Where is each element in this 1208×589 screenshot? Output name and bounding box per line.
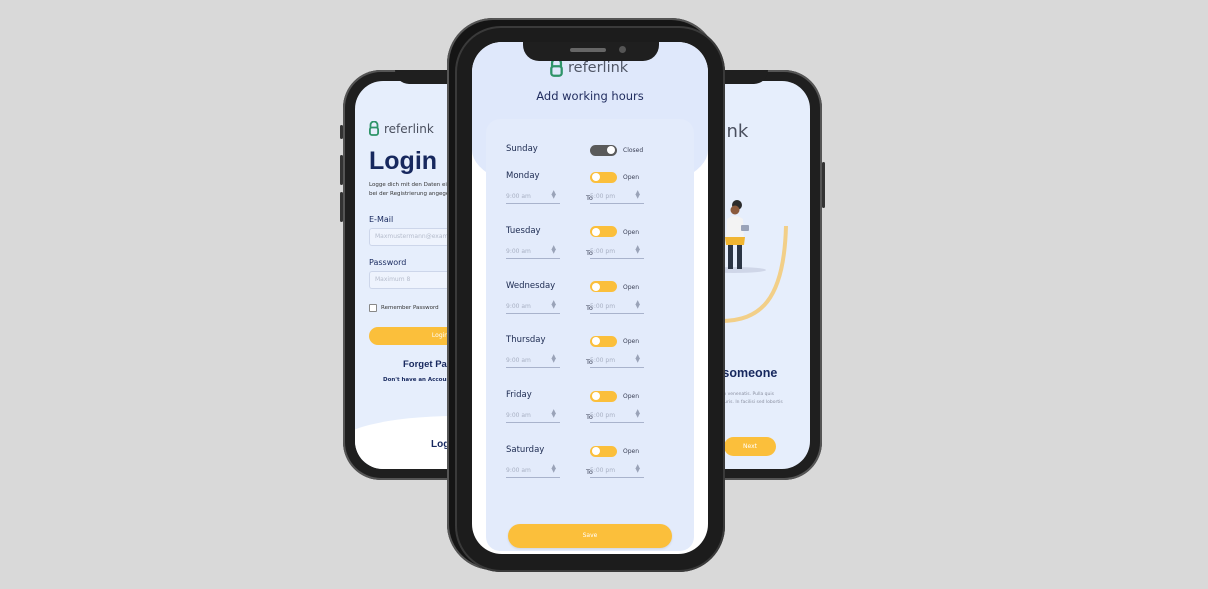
close-time-field[interactable]: 5:00 pm ▲ ▼ xyxy=(590,190,644,204)
open-time-value: 9:00 am xyxy=(506,357,531,365)
day-label: Wednesday xyxy=(506,280,556,291)
working-hours-screen: referlink Add working hours Sunday Closed… xyxy=(472,42,708,554)
close-time-field[interactable]: 5:00 pm ▲ ▼ xyxy=(590,409,644,424)
stepper-icon[interactable]: ▲ ▼ xyxy=(551,464,556,474)
stepper-icon[interactable]: ▲ ▼ xyxy=(635,190,640,200)
stepper-icon[interactable]: ▲ ▼ xyxy=(635,354,640,364)
stepper-icon[interactable]: ▲ ▼ xyxy=(635,244,640,254)
open-time-value: 9:00 am xyxy=(506,193,531,200)
day-label: Sunday xyxy=(506,144,538,154)
close-time-value: 5:00 pm xyxy=(590,412,616,420)
stepper-icon[interactable]: ▲ ▼ xyxy=(551,190,556,200)
working-hours-phone: referlink Add working hours Sunday Closed… xyxy=(455,26,725,572)
volume-down-button xyxy=(340,192,343,222)
open-time-value: 9:00 am xyxy=(506,412,531,420)
day-toggle[interactable] xyxy=(590,281,617,293)
next-button[interactable]: Next xyxy=(724,437,776,456)
day-status: Open xyxy=(623,338,640,346)
open-time-field[interactable]: 9:00 am ▲ ▼ xyxy=(506,354,560,369)
stepper-icon[interactable]: ▲ ▼ xyxy=(551,409,556,419)
toggle-knob xyxy=(607,146,615,154)
day-status: Open xyxy=(623,448,640,455)
day-toggle[interactable] xyxy=(590,171,617,183)
power-button xyxy=(822,162,825,208)
close-time-value: 5:00 pm xyxy=(590,467,616,474)
brand-logo: referlink xyxy=(369,121,434,136)
toggle-knob xyxy=(592,447,600,455)
next-button-label: Next xyxy=(743,443,757,450)
page-title: Login xyxy=(369,147,438,175)
remember-label: Remember Password xyxy=(381,305,439,311)
close-time-value: 5:00 pm xyxy=(590,247,616,255)
open-time-field[interactable]: 9:00 am ▲ ▼ xyxy=(506,299,560,314)
open-time-field[interactable]: 9:00 am ▲ ▼ xyxy=(506,409,560,424)
day-status: Open xyxy=(623,283,640,291)
side-button xyxy=(340,125,343,139)
save-button[interactable]: Save xyxy=(508,524,672,548)
page-title: Add working hours xyxy=(536,89,644,103)
open-time-field[interactable]: 9:00 am ▲ ▼ xyxy=(506,244,560,259)
email-label: E-Mail xyxy=(369,215,394,224)
close-time-value: 5:00 pm xyxy=(590,302,616,310)
day-toggle[interactable] xyxy=(590,445,617,457)
stepper-icon[interactable]: ▲ ▼ xyxy=(635,464,640,474)
stepper-icon[interactable]: ▲ ▼ xyxy=(551,354,556,364)
day-label: Saturday xyxy=(506,445,545,455)
day-label: Thursday xyxy=(506,335,546,346)
password-label: Password xyxy=(369,258,407,267)
camera-icon xyxy=(619,46,626,53)
day-label: Tuesday xyxy=(506,225,541,236)
volume-up-button xyxy=(340,155,343,185)
open-time-field[interactable]: 9:00 am ▲ ▼ xyxy=(506,190,560,204)
phone-notch xyxy=(523,42,659,61)
toggle-knob xyxy=(592,337,600,346)
open-time-field[interactable]: 9:00 am ▲ ▼ xyxy=(506,464,560,478)
open-time-value: 9:00 am xyxy=(506,467,531,474)
stepper-icon[interactable]: ▲ ▼ xyxy=(551,244,556,254)
stepper-icon[interactable]: ▲ ▼ xyxy=(635,409,640,419)
open-time-value: 9:00 am xyxy=(506,302,531,310)
brand-name: referlink xyxy=(568,59,629,76)
login-button-label: Login xyxy=(431,332,449,339)
day-toggle[interactable] xyxy=(590,390,617,402)
day-status: Open xyxy=(623,228,640,236)
brand-name: referlink xyxy=(384,121,434,136)
day-status: Open xyxy=(623,393,640,401)
no-account-text: Don't have an Account? xyxy=(383,377,457,383)
close-time-value: 5:00 pm xyxy=(590,193,616,200)
close-time-value: 5:00 pm xyxy=(590,357,616,365)
stepper-icon[interactable]: ▲ ▼ xyxy=(551,299,556,309)
toggle-knob xyxy=(592,227,600,236)
open-time-value: 9:00 am xyxy=(506,247,531,255)
remember-password-checkbox[interactable]: Remember Password xyxy=(369,304,439,312)
day-label: Monday xyxy=(506,171,540,181)
close-time-field[interactable]: 5:00 pm ▲ ▼ xyxy=(590,464,644,478)
stepper-icon[interactable]: ▲ ▼ xyxy=(635,299,640,309)
day-toggle[interactable] xyxy=(590,226,617,238)
day-toggle[interactable] xyxy=(590,144,617,156)
speaker-icon xyxy=(570,48,606,52)
day-label: Friday xyxy=(506,390,532,401)
toggle-knob xyxy=(592,173,600,181)
toggle-knob xyxy=(592,392,600,401)
checkbox-icon xyxy=(369,304,377,312)
save-button-label: Save xyxy=(582,532,598,539)
close-time-field[interactable]: 5:00 pm ▲ ▼ xyxy=(590,354,644,369)
close-time-field[interactable]: 5:00 pm ▲ ▼ xyxy=(590,299,644,314)
day-status: Closed xyxy=(623,147,644,154)
day-status: Open xyxy=(623,174,640,181)
toggle-knob xyxy=(592,282,600,291)
day-toggle[interactable] xyxy=(590,335,617,347)
referlink-logo-icon xyxy=(369,121,379,136)
close-time-field[interactable]: 5:00 pm ▲ ▼ xyxy=(590,244,644,259)
